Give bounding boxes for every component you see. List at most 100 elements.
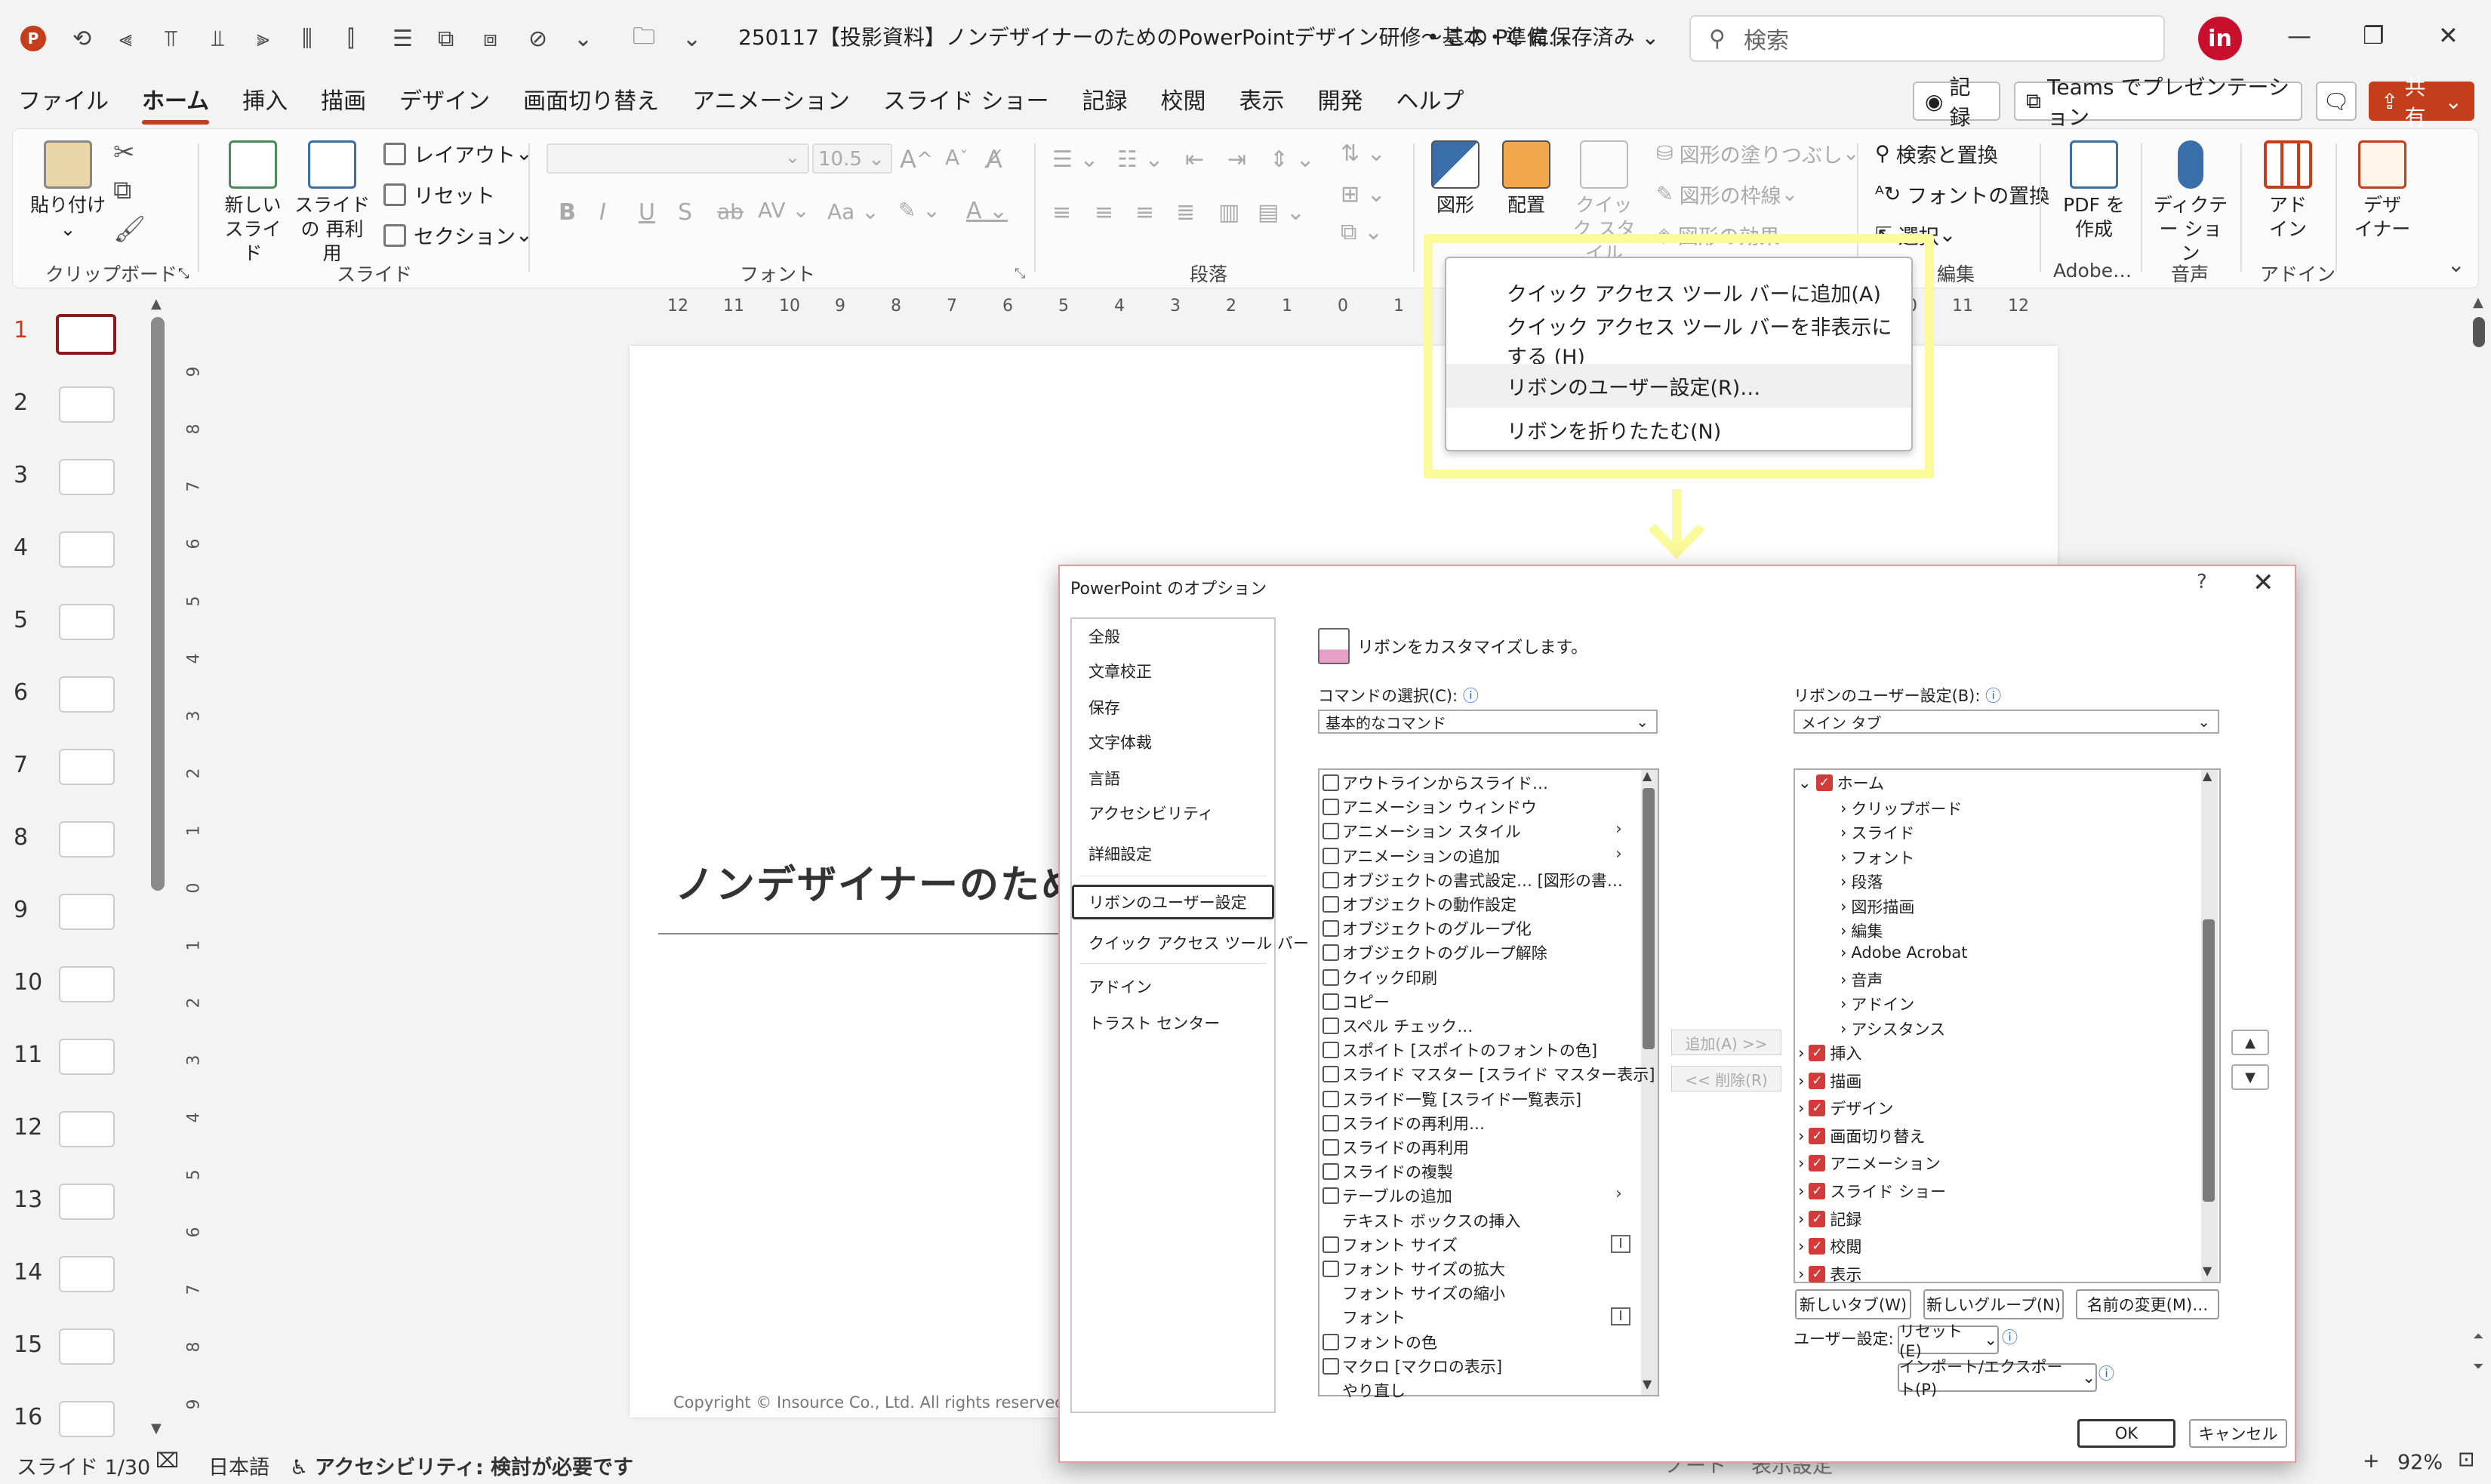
grow-font-icon[interactable]: A ^ [900,145,933,174]
command-item[interactable]: コピー [1322,990,1390,1013]
slide-thumbnail[interactable] [59,821,115,857]
align-right-icon[interactable]: ⫸ [257,18,269,59]
slide-thumbnail[interactable] [59,1256,115,1292]
nav-item-9[interactable]: アドイン [1088,975,1152,998]
main-scrollbar-thumb[interactable] [2473,317,2485,347]
commands-scrollbar-thumb[interactable] [1643,788,1655,1049]
clear-format-icon[interactable]: A̸ [986,145,1002,174]
tree-item-tab[interactable]: › ✓ デザイン [1798,1097,1893,1119]
dialog-launcher-icon[interactable]: ⤡ [178,266,189,282]
layout-button[interactable]: レイアウト ⌄ [383,139,533,168]
rename-button[interactable]: 名前の変更(M)… [2076,1289,2219,1319]
remove-button[interactable]: << 削除(R) [1671,1066,1781,1091]
command-item[interactable]: アニメーション ウィンドウ [1322,796,1537,818]
slide-thumbnail[interactable] [59,1329,115,1365]
text-direction-icon[interactable]: ⇅ ⌄ [1341,140,1386,167]
command-item[interactable]: スライド マスター [スライド マスター表示] [1322,1063,1655,1085]
command-item[interactable]: フォント サイズの拡大 [1322,1258,1505,1280]
menu-item-add-to-qat[interactable]: クイック アクセス ツール バーに追加(A) [1446,270,1911,314]
italic-icon[interactable]: I [599,199,606,226]
shape-outline-button[interactable]: ✎ 図形の枠線 ⌄ [1656,180,1798,209]
scroll-down-icon[interactable]: ▼ [1643,1377,1652,1391]
tab-5[interactable]: 画面切り替え [523,82,659,122]
tree-subitem[interactable]: › 段落 [1840,870,1883,893]
find-replace-button[interactable]: ⚲ 検索と置換 [1875,139,1998,168]
thumbnail-scrollbar[interactable] [151,317,165,891]
format-painter-icon[interactable]: 🖌 [113,214,146,245]
command-item[interactable]: オブジェクトの書式設定… [図形の書… [1322,869,1623,891]
comments-button[interactable]: 🗨 [2316,82,2357,121]
slide-thumbnail[interactable] [59,1111,115,1147]
new-tab-button[interactable]: 新しいタブ(W) [1795,1289,1911,1319]
align-top-icon[interactable]: ⫪ [165,18,177,59]
command-item[interactable]: スライドの再利用 [1322,1136,1469,1159]
reset-dropdown-button[interactable]: リセット(E) ⌄ [1898,1322,1999,1360]
zoom-in-icon[interactable]: + [2363,1449,2380,1473]
nav-item-4[interactable]: 言語 [1088,767,1120,790]
menu-item-customize-ribbon[interactable]: リボンのユーザー設定(R)… [1446,364,1911,408]
slide-thumbnail[interactable] [56,314,116,355]
command-item[interactable]: フォント サイズの縮小 [1322,1282,1505,1304]
tab-0[interactable]: ファイル [18,82,109,122]
tab-1[interactable]: ホーム [142,82,210,125]
share-button[interactable]: ⇪ 共有 ⌄ [2369,75,2474,130]
columns-icon[interactable]: ▤ ⌄ [1258,199,1305,226]
shape-fill-button[interactable]: ⛁ 図形の塗りつぶし ⌄ [1656,139,1860,168]
commands-select[interactable]: 基本的なコマンド ⌄ [1318,710,1658,734]
command-item[interactable]: オブジェクトの動作設定 [1322,893,1516,916]
autosave-icon[interactable]: ⟲ [72,18,91,59]
shrink-font-icon[interactable]: Aˇ [945,145,968,170]
align-right-text-icon[interactable]: ≡ [1135,199,1154,226]
command-item[interactable]: スライドの複製 [1322,1160,1453,1183]
menu-item-hide-qat[interactable]: クイック アクセス ツール バーを非表示にする (H) [1446,316,1911,369]
status-accessibility[interactable]: ♿ アクセシビリティ: 検討が必要です [290,1451,633,1480]
font-size-select[interactable]: 10.5 ⌄ [812,143,892,174]
designer-button[interactable]: デザ イナー [2352,140,2412,242]
ribbon-collapse-icon[interactable]: ⌄ [2447,252,2465,277]
tree-subitem[interactable]: › アシスタンス [1840,1018,1945,1040]
command-item[interactable]: フォント サイズ [1322,1233,1458,1256]
command-item[interactable]: スポイト [スポイトのフォントの色] [1322,1039,1597,1061]
tree-scrollbar-thumb[interactable] [2203,919,2215,1202]
tree-subitem[interactable]: › クリップボード [1840,797,1962,820]
move-up-button[interactable]: ▲ [2231,1030,2269,1055]
align-center-text-icon[interactable]: ≡ [1095,199,1113,226]
decrease-indent-icon[interactable]: ⇤ [1185,146,1204,173]
shapes-icon[interactable]: ⊘ [528,18,547,59]
arrange-button[interactable]: 配置 [1502,140,1550,217]
tree-item-home[interactable]: ⌄ ✓ ホーム [1798,771,1884,794]
align-text-icon[interactable]: ⊞ ⌄ [1341,181,1386,208]
import-export-button[interactable]: インポート/エクスポート(P) ⌄ [1898,1358,2097,1399]
nav-item-1[interactable]: 文章校正 [1088,660,1152,682]
restore-icon[interactable]: ❐ [2363,21,2385,50]
tab-10[interactable]: 表示 [1239,82,1284,122]
highlight-icon[interactable]: ✎ ⌄ [898,198,941,223]
move-down-button[interactable]: ▼ [2231,1064,2269,1090]
increase-indent-icon[interactable]: ⇥ [1227,146,1246,173]
bold-icon[interactable]: B [559,199,576,226]
dialog-launcher-icon[interactable]: ⤡ [1015,266,1025,282]
tree-item-tab[interactable]: › ✓ 描画 [1798,1070,1861,1092]
distribute-icon[interactable]: ☰ [393,18,413,59]
scroll-down-icon[interactable]: ▼ [151,1421,162,1436]
checkbox-checked-icon[interactable]: ✓ [1809,1238,1826,1255]
scroll-up-icon[interactable]: ▲ [2473,294,2483,310]
add-button[interactable]: 追加(A) >> [1671,1030,1781,1055]
chevron-down-icon[interactable]: ⌄ [574,18,593,59]
align-left-icon[interactable]: ⫷ [119,18,132,59]
tree-item-tab[interactable]: › ✓ 記録 [1798,1208,1861,1230]
tab-8[interactable]: 記録 [1082,82,1127,122]
slide-thumbnail[interactable] [59,966,115,1002]
group-icon[interactable]: ⧉ [438,18,454,59]
numbering-icon[interactable]: ☷ ⌄ [1117,146,1164,173]
ungroup-icon[interactable]: ⧈ [483,18,497,59]
underline-icon[interactable]: U [639,199,655,226]
reset-button[interactable]: リセット [383,180,495,209]
nav-item-10[interactable]: トラスト センター [1088,1011,1220,1034]
nav-item-6[interactable]: 詳細設定 [1088,842,1152,865]
checkbox-checked-icon[interactable]: ✓ [1809,1183,1826,1199]
close-icon[interactable]: ✕ [2438,21,2459,50]
search-box[interactable]: ⚲ 検索 [1689,15,2165,62]
addin-button[interactable]: アド イン [2262,140,2314,242]
tab-12[interactable]: ヘルプ [1396,82,1464,122]
